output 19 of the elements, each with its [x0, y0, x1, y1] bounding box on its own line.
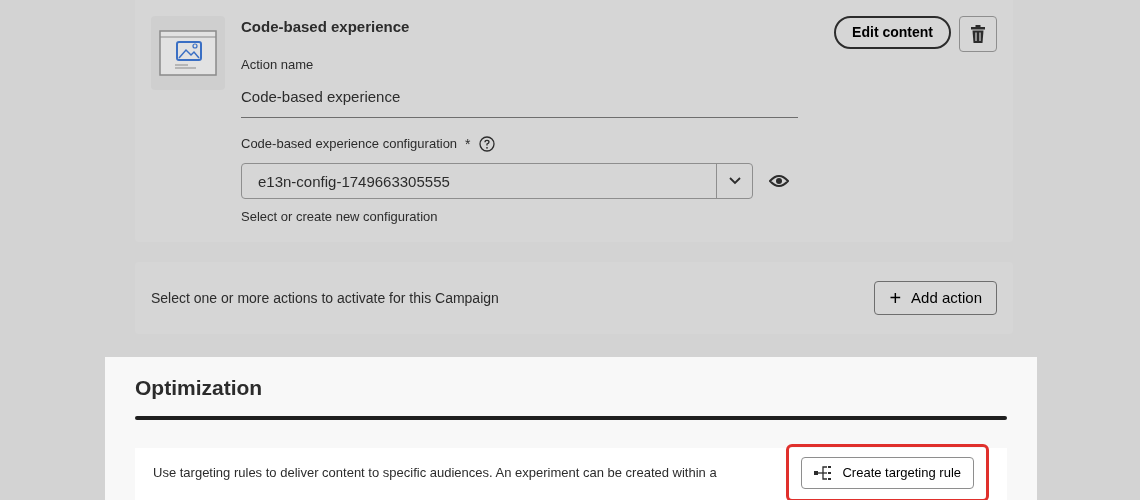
add-action-prompt: Select one or more actions to activate for this Campaign — [151, 288, 499, 308]
field-label: Action name — [241, 55, 315, 74]
edit-content-button[interactable]: Edit content — [834, 16, 951, 49]
code-experience-icon — [158, 29, 218, 77]
field-label: Code-based experience configuration — [241, 135, 458, 154]
helper-text: Select or create new configuration — [241, 207, 439, 226]
required-mark: * — [465, 134, 471, 154]
chevron-down-icon — [728, 176, 741, 185]
help-icon[interactable] — [478, 136, 495, 152]
preview-icon[interactable] — [769, 173, 789, 188]
description-text: Use targeting rules to deliver content to specific audiences. An experiment can be created within a — [153, 464, 718, 483]
add-action-button[interactable]: + Add action — [874, 280, 997, 316]
delete-button[interactable] — [959, 16, 997, 52]
section-title: Optimization — [135, 375, 264, 401]
action-title: Code-based experience — [241, 17, 411, 37]
configuration-dropdown[interactable]: e13n-config-1749663305555 — [241, 162, 753, 199]
trash-icon — [970, 25, 986, 43]
create-targeting-rule-button[interactable]: Create targeting rule — [801, 457, 974, 489]
action-name-field[interactable]: Code-based experience — [241, 82, 798, 118]
